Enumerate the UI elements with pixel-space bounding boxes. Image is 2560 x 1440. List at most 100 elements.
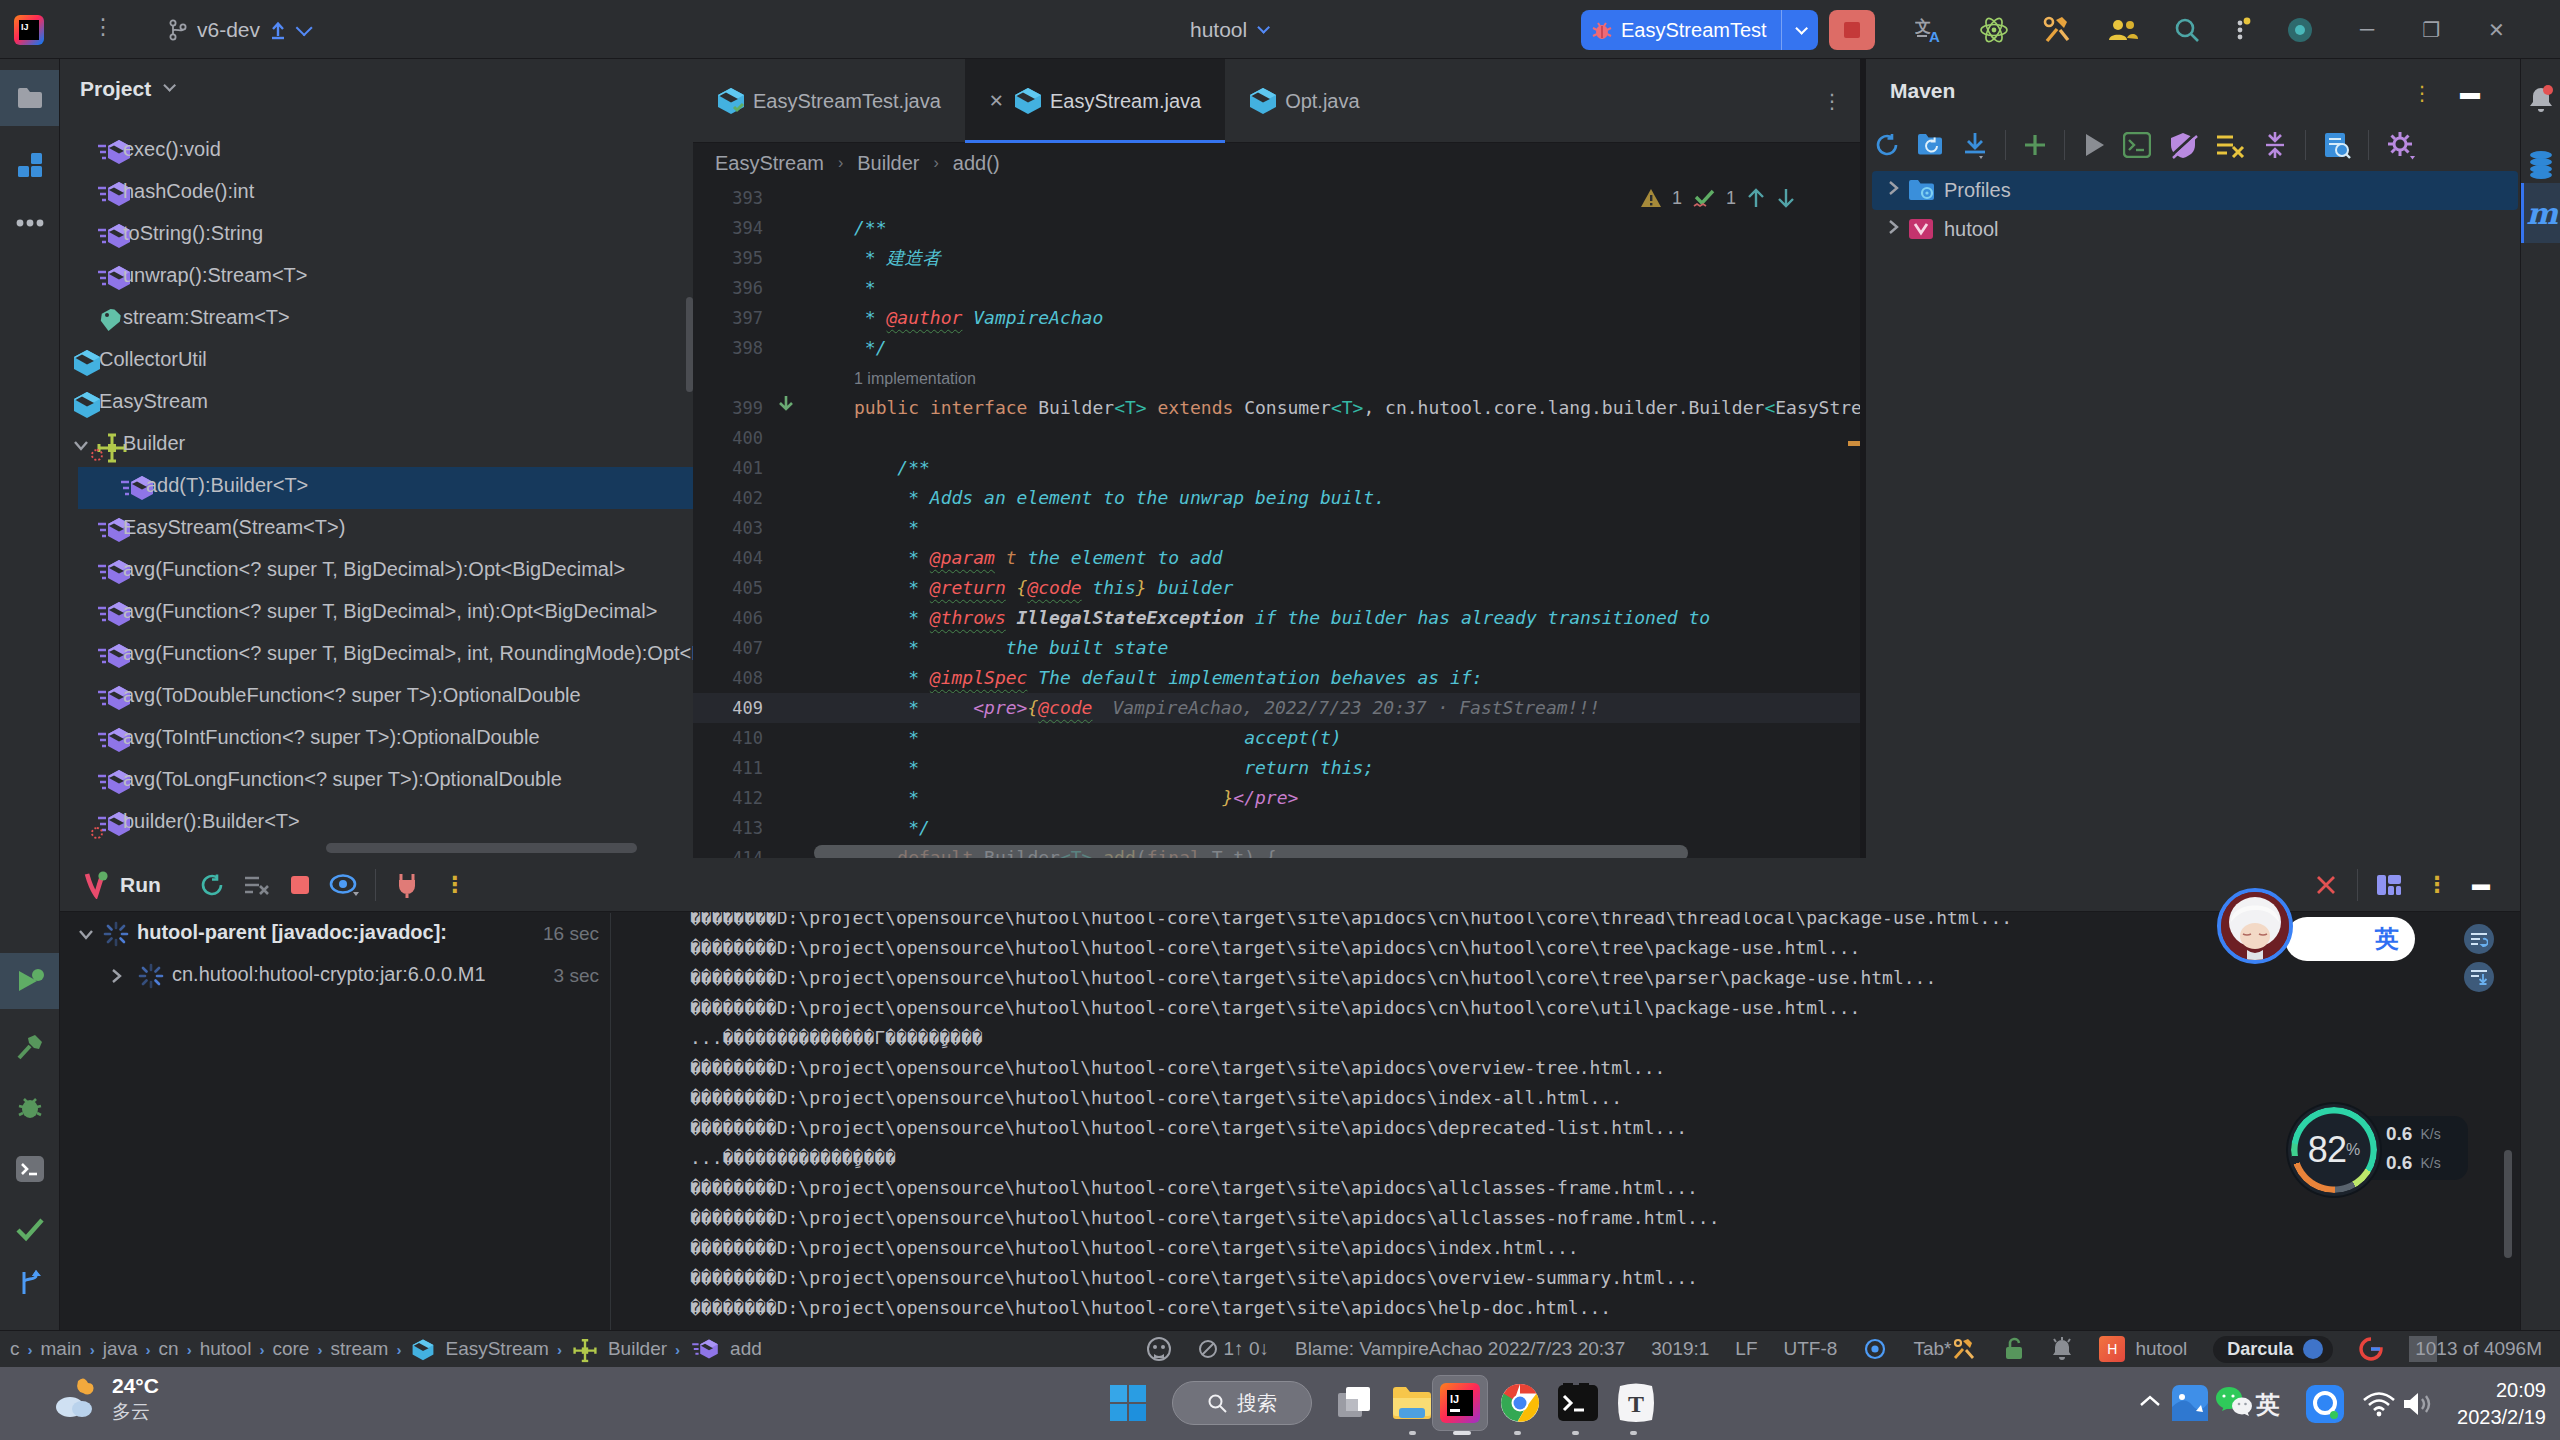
statusbar-crumb[interactable]: Builder: [570, 1336, 667, 1362]
git-incoming-outgoing[interactable]: 1↑ 0↓: [1198, 1338, 1269, 1360]
maven-collapse-icon[interactable]: [2262, 131, 2288, 159]
maven-download-sources-icon[interactable]: [1962, 131, 1988, 159]
branch-name[interactable]: v6-dev: [197, 18, 260, 42]
indent-widget[interactable]: Tab*: [1913, 1338, 1977, 1360]
tool-build-button[interactable]: [0, 1021, 59, 1077]
blame-info[interactable]: Blame: VampireAchao 2022/7/23 20:37: [1295, 1338, 1625, 1360]
main-menu-icon[interactable]: ⋮: [92, 14, 114, 40]
editor-tab[interactable]: Opt.java: [1225, 59, 1383, 143]
project-tree-item[interactable]: avg(ToIntFunction<? super T>):OptionalDo…: [60, 719, 693, 761]
project-switcher[interactable]: hutool: [1190, 0, 1266, 59]
maven-add-icon[interactable]: [2023, 133, 2047, 157]
project-tree-item[interactable]: hashCode():int: [60, 173, 693, 215]
editor-hscrollbar[interactable]: [814, 845, 1688, 858]
project-tree-item[interactable]: exec():void: [60, 131, 693, 173]
code-area[interactable]: 11393394/**395 * 建造者396 *397 * @author V…: [693, 183, 1860, 858]
editor-tab[interactable]: EasyStreamTest.java: [693, 59, 965, 143]
clear-icon[interactable]: [241, 874, 271, 896]
q-app-tray-icon[interactable]: [2306, 1385, 2344, 1427]
console-softwrap-button[interactable]: [2464, 924, 2494, 954]
project-hscrollbar[interactable]: [326, 843, 637, 853]
project-vscrollbar[interactable]: [686, 297, 693, 392]
taskbar-search[interactable]: 搜索: [1172, 1381, 1312, 1425]
implemented-marker-icon[interactable]: [777, 393, 795, 423]
run-configuration-button[interactable]: EasyStreamTest: [1581, 10, 1818, 50]
translate-icon[interactable]: 文A: [1915, 16, 1945, 44]
wifi-tray-icon[interactable]: [2362, 1391, 2396, 1421]
minimize-button[interactable]: ─: [2360, 18, 2374, 41]
statusbar-crumb[interactable]: add: [688, 1336, 762, 1362]
maven-row-profiles[interactable]: Profiles: [1866, 171, 2520, 210]
search-everywhere-icon[interactable]: [2173, 16, 2201, 44]
task-view-icon[interactable]: [1330, 1379, 1378, 1427]
close-button[interactable]: ✕: [2488, 18, 2505, 42]
maven-settings-icon[interactable]: [2386, 130, 2416, 160]
netdisk-tray-icon[interactable]: [2172, 1385, 2208, 1425]
project-tree-item[interactable]: toString():String: [60, 215, 693, 257]
project-tree-item[interactable]: avg(Function<? super T, BigDecimal>, int…: [60, 635, 693, 677]
tool-run-button[interactable]: [0, 953, 59, 1009]
statusbar-crumb[interactable]: cn: [159, 1338, 179, 1360]
ime-indicator[interactable]: 英: [2256, 1389, 2280, 1421]
breadcrumb-item[interactable]: add(): [953, 152, 1000, 175]
terminal-taskbar-icon[interactable]: [1554, 1379, 1602, 1427]
restore-button[interactable]: ❐: [2422, 18, 2440, 42]
attach-debugger-icon[interactable]: [392, 872, 422, 898]
maven-offline-icon[interactable]: [2215, 132, 2245, 158]
branch-chevron-icon[interactable]: [296, 19, 313, 36]
project-panel-header[interactable]: Project: [80, 77, 172, 101]
module-widget[interactable]: H hutool: [2099, 1336, 2187, 1362]
project-tree-item[interactable]: builder():Builder<T>: [60, 803, 693, 845]
maven-refresh-icon[interactable]: [1874, 132, 1900, 158]
project-tree-item[interactable]: CollectorUtil: [60, 341, 693, 383]
project-tree-item[interactable]: avg(Function<? super T, BigDecimal>):Opt…: [60, 551, 693, 593]
project-tree-item[interactable]: EasyStream: [60, 383, 693, 425]
maven-run-icon[interactable]: [2082, 132, 2106, 158]
users-icon[interactable]: [2107, 16, 2139, 44]
breadcrumb-item[interactable]: Builder: [857, 152, 919, 175]
wechat-tray-icon[interactable]: [2214, 1385, 2254, 1423]
maven-tool-icon[interactable]: m: [2521, 183, 2560, 243]
rerun-icon[interactable]: [197, 873, 227, 897]
tool-git-button[interactable]: [0, 1255, 59, 1311]
statusbar-crumb[interactable]: hutool: [200, 1338, 252, 1360]
statusbar-crumb[interactable]: EasyStream: [409, 1336, 548, 1362]
statusbar-crumb[interactable]: java: [103, 1338, 138, 1360]
chrome-taskbar-icon[interactable]: [1496, 1379, 1544, 1427]
stop-process-icon[interactable]: [285, 875, 315, 895]
github-icon[interactable]: [1146, 1336, 1172, 1362]
memory-indicator[interactable]: 1013 of 4096M: [2409, 1336, 2548, 1362]
run-options-icon[interactable]: ⋮: [440, 872, 470, 898]
typora-taskbar-icon[interactable]: T: [1612, 1379, 1660, 1427]
start-button[interactable]: [1104, 1379, 1152, 1427]
tool-structure-button[interactable]: [0, 137, 59, 193]
avatar-profile-icon[interactable]: [2285, 15, 2315, 45]
tools-icon[interactable]: [2043, 15, 2073, 45]
statusbar-crumb[interactable]: main: [41, 1338, 82, 1360]
intellij-taskbar-icon[interactable]: IJ: [1436, 1379, 1484, 1427]
tool-project-button[interactable]: [0, 70, 59, 126]
volume-tray-icon[interactable]: [2402, 1391, 2436, 1421]
maven-row-hutool[interactable]: hutool: [1866, 210, 2520, 249]
run-minimize-icon[interactable]: ▬: [2466, 874, 2496, 895]
maven-minimize-icon[interactable]: ▬: [2460, 81, 2480, 104]
project-tree-item[interactable]: avg(ToLongFunction<? super T>):OptionalD…: [60, 761, 693, 803]
statusbar-crumb[interactable]: core: [272, 1338, 309, 1360]
maven-reload-folder-icon[interactable]: [1917, 132, 1945, 158]
notifications-bell-icon[interactable]: [2521, 71, 2560, 127]
stop-button[interactable]: [1829, 10, 1875, 50]
close-run-icon[interactable]: [2311, 874, 2341, 896]
tool-problems-button[interactable]: [0, 1079, 59, 1135]
project-tree-item[interactable]: Builder: [60, 425, 693, 467]
lock-icon[interactable]: [2003, 1337, 2025, 1361]
tab-close-icon[interactable]: ✕: [989, 90, 1004, 112]
git-branch-widget[interactable]: v6-dev: [168, 0, 308, 59]
tool-commit-check-button[interactable]: [0, 1201, 59, 1257]
project-tree-item[interactable]: EasyStream(Stream<T>): [60, 509, 693, 551]
maven-skip-tests-icon[interactable]: [2168, 131, 2198, 159]
run-more-icon[interactable]: ⋮: [2422, 872, 2452, 898]
tray-expand-icon[interactable]: [2138, 1393, 2162, 1413]
intellij-logo-icon[interactable]: IJ: [14, 15, 44, 45]
project-tree-item[interactable]: add(T):Builder<T>: [60, 467, 693, 509]
google-icon[interactable]: [2359, 1337, 2383, 1361]
